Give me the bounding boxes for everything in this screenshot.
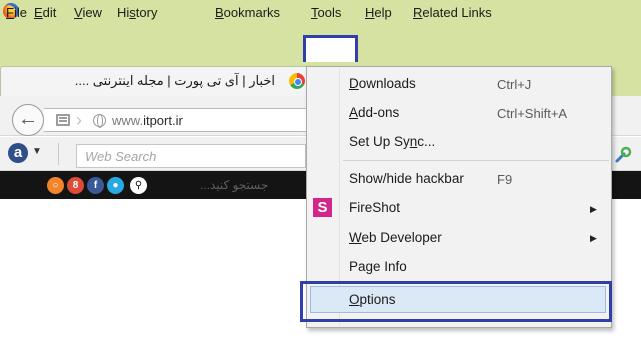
url-text[interactable]: www.itport.ir (112, 113, 183, 128)
menu-item-hackbar-label: Show/hide hackbar (349, 171, 464, 186)
menu-bookmarks[interactable]: Bookmarks (215, 4, 280, 22)
ask-search-logo-icon[interactable]: a (8, 143, 28, 163)
menu-item-addons-label: Add-ons (349, 105, 400, 120)
chevron-right-icon: › (76, 110, 82, 130)
site-search-icon[interactable]: ⚲ (130, 177, 147, 194)
shortcut-downloads: Ctrl+J (497, 77, 532, 92)
menu-item-page-info-label: Page Info (349, 259, 407, 274)
google-plus-icon[interactable]: 8 (67, 177, 84, 194)
twitter-icon[interactable]: ● (107, 177, 124, 194)
options-highlight-frame (300, 281, 612, 322)
site-search-hint[interactable]: جستجو کنید... (200, 178, 268, 192)
hackbar-wrench-icon[interactable] (614, 146, 632, 164)
toolbar-divider (58, 143, 59, 165)
menu-item-downloads-label: Downloads (349, 76, 416, 91)
chevron-down-icon[interactable]: ▼ (32, 146, 42, 157)
submenu-arrow-icon: ▶ (590, 233, 597, 243)
back-arrow-icon: ← (18, 108, 38, 130)
rss-icon[interactable]: ○ (47, 177, 64, 194)
menu-related-links[interactable]: Related Links (413, 4, 492, 22)
menu-tools[interactable]: Tools (311, 4, 341, 22)
shortcut-hackbar: F9 (497, 172, 513, 187)
history-list-icon[interactable] (56, 114, 70, 126)
chrome-favicon-icon (289, 73, 305, 89)
web-search-input[interactable] (76, 144, 306, 168)
back-button[interactable]: ← (12, 104, 44, 136)
menu-help[interactable]: Help (365, 4, 392, 22)
submenu-arrow-icon: ▶ (590, 204, 597, 214)
facebook-icon[interactable]: f (87, 177, 104, 194)
menu-history[interactable]: History (117, 4, 157, 22)
tab-title: اخبار | آی تی پورت | مجله اینترنتی .... (74, 73, 275, 88)
menu-item-web-developer-label: Web Developer (349, 230, 442, 245)
menu-item-fireshot-label: FireShot (349, 200, 401, 215)
menu-edit[interactable]: Edit (34, 4, 56, 22)
menu-file[interactable]: File (6, 4, 27, 22)
shortcut-addons: Ctrl+Shift+A (497, 106, 568, 121)
menu-view[interactable]: View (74, 4, 102, 22)
globe-icon[interactable] (93, 114, 106, 128)
browser-tab[interactable]: اخبار | آی تی پورت | مجله اینترنتی .... (0, 66, 316, 96)
menu-item-sync-label: Set Up Sync... (349, 134, 436, 149)
menu-separator (343, 160, 609, 161)
fireshot-icon: S (313, 198, 332, 217)
